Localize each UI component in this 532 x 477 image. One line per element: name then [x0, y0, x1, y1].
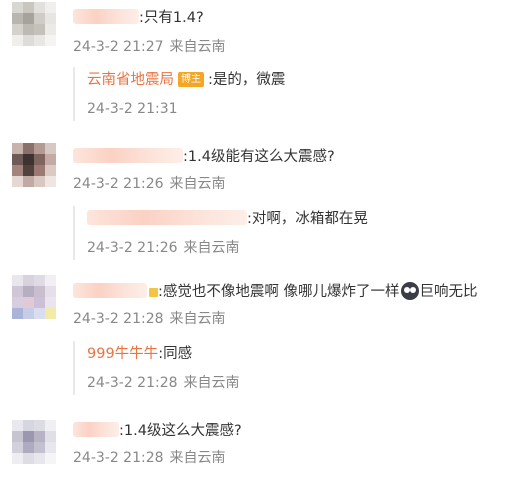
comment-date: 24-3-2 21:27 [73, 39, 164, 55]
author-badge: 博主 [178, 72, 204, 87]
reply-text: :是的，微震 [208, 72, 286, 88]
comment-source: 来自云南 [169, 311, 226, 327]
comment-meta: 24-3-2 21:27 来自云南 [73, 35, 528, 59]
comment-date: 24-3-2 21:26 [73, 176, 164, 192]
username-blurred[interactable] [73, 422, 119, 437]
reply-username-blurred[interactable] [87, 210, 247, 225]
reply-text: :对啊，冰箱都在晃 [247, 211, 368, 227]
reply-thread: 999牛牛牛:同感 24-3-2 21:28 来自云南 [73, 341, 528, 395]
avatar[interactable] [12, 420, 56, 464]
reply-text: :同感 [158, 346, 193, 362]
comment-date: 24-3-2 21:28 [73, 311, 164, 327]
reply-source: 来自云南 [183, 375, 240, 391]
comment-source: 来自云南 [169, 450, 226, 466]
comment-meta: 24-3-2 21:28 来自云南 [73, 446, 528, 470]
reply-thread: 云南省地震局 博主 :是的，微震 24-3-2 21:31 [73, 67, 528, 121]
comment-meta: 24-3-2 21:28 来自云南 [73, 307, 528, 331]
reply-thread: :对啊，冰箱都在晃 24-3-2 21:26 来自云南 [73, 206, 528, 260]
username-blurred[interactable] [73, 148, 183, 163]
reply-meta: 24-3-2 21:31 [87, 97, 528, 121]
reply-date: 24-3-2 21:31 [87, 101, 178, 117]
reply-date: 24-3-2 21:26 [87, 240, 178, 256]
comment-source: 来自云南 [169, 176, 226, 192]
avatar[interactable] [12, 275, 56, 319]
comment-date: 24-3-2 21:28 [73, 450, 164, 466]
reply-username[interactable]: 云南省地震局 [87, 72, 174, 88]
reply-date: 24-3-2 21:28 [87, 375, 178, 391]
member-icon [149, 288, 158, 297]
comment-source: 来自云南 [169, 39, 226, 55]
comment-text-end: 巨响无比 [419, 284, 478, 300]
comment-text: :只有1.4? [139, 10, 204, 26]
username-blurred[interactable] [73, 283, 147, 298]
avatar[interactable] [12, 2, 56, 46]
reply-meta: 24-3-2 21:28 来自云南 [87, 371, 528, 395]
comment-text: :1.4级能有这么大震感? [183, 149, 335, 165]
username-blurred[interactable] [73, 9, 139, 24]
avatar[interactable] [12, 143, 56, 187]
comment-text: :1.4级这么大震感? [119, 423, 242, 439]
reply-meta: 24-3-2 21:26 来自云南 [87, 236, 528, 260]
comment-meta: 24-3-2 21:26 来自云南 [73, 172, 528, 196]
reply-username[interactable]: 999牛牛牛 [87, 346, 158, 362]
scared-face-emoji-icon [400, 282, 419, 300]
reply-source: 来自云南 [183, 240, 240, 256]
comment-text: :感觉也不像地震啊 像哪儿爆炸了一样 [158, 284, 400, 300]
